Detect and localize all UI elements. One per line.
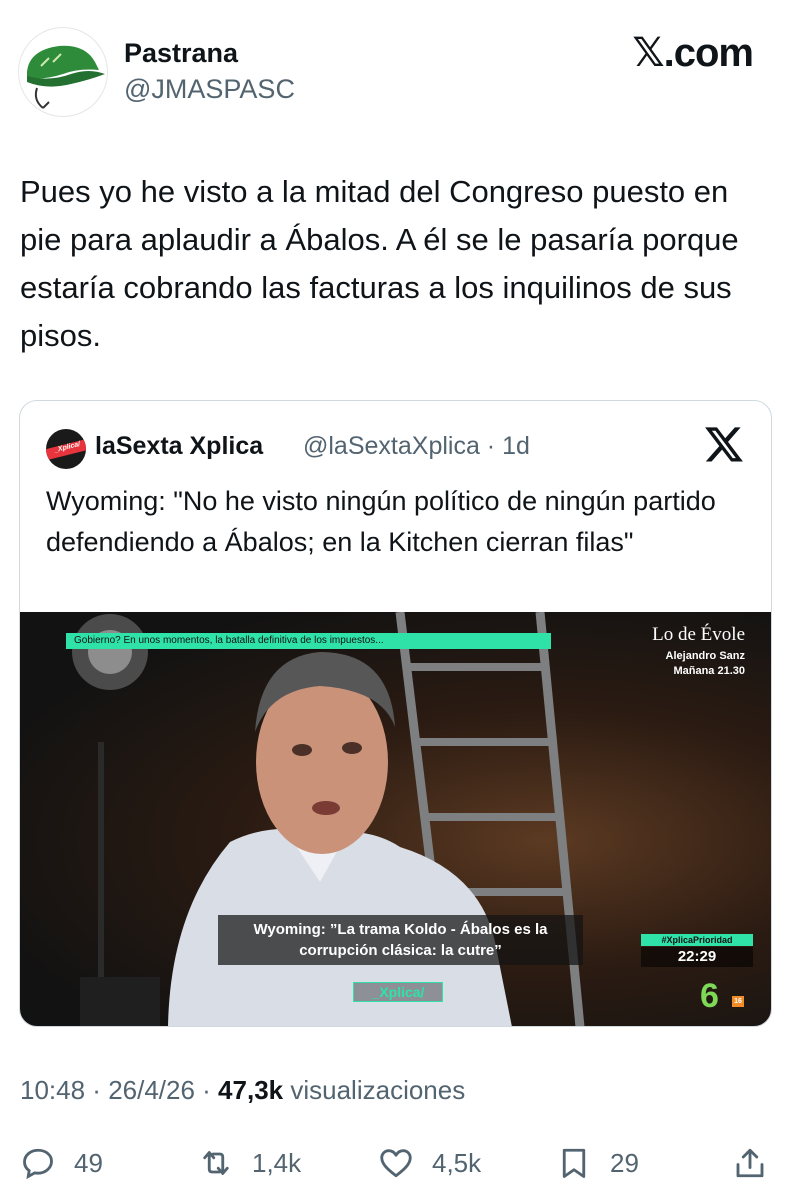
news-ticker: Gobierno? En unos momentos, la batalla d… <box>66 633 551 649</box>
age-rating-badge: 16 <box>732 996 744 1007</box>
quoted-text: Wyoming: "No he visto ningún político de… <box>46 486 716 557</box>
repost-button[interactable]: 1,4k <box>198 1141 301 1185</box>
tweet-time[interactable]: 10:48 <box>20 1075 85 1105</box>
hashtag-badge: #XplicaPrioridad <box>641 934 753 946</box>
quoted-author-name[interactable]: laSexta Xplica <box>95 432 263 461</box>
video-player[interactable]: Gobierno? En unos momentos, la batalla d… <box>20 612 771 1026</box>
show-guest: Alejandro Sanz <box>665 650 745 662</box>
quoted-handle-text[interactable]: @laSextaXplica <box>303 432 480 460</box>
program-badge: _Xplica/ <box>353 982 443 1002</box>
share-button[interactable] <box>732 1141 768 1185</box>
channel-logo: 6 <box>700 977 719 1015</box>
action-bar: 49 1,4k 4,5k 29 <box>0 1135 791 1195</box>
broadcast-clock: 22:29 <box>641 947 753 967</box>
author-avatar[interactable] <box>18 27 108 117</box>
x-logo-icon <box>705 427 743 462</box>
reply-button[interactable]: 49 <box>20 1141 103 1185</box>
like-button[interactable]: 4,5k <box>378 1141 481 1185</box>
reply-count: 49 <box>74 1147 103 1178</box>
like-count: 4,5k <box>432 1147 482 1178</box>
tweet-meta: 10:48 · 26/4/26 · 47,3k visualizaciones <box>20 1075 466 1105</box>
show-title: Lo de Évole <box>652 624 745 645</box>
heart-icon <box>380 1149 412 1178</box>
quoted-avatar[interactable]: _Xplica/ <box>46 429 86 469</box>
bookmark-icon <box>562 1148 586 1178</box>
bookmark-button[interactable]: 29 <box>556 1141 639 1185</box>
green-cap-icon <box>27 45 105 109</box>
repost-icon <box>203 1151 229 1175</box>
quoted-time[interactable]: 1d <box>502 432 530 460</box>
quoted-author-handle: @laSextaXplica · 1d <box>303 432 530 460</box>
view-count: 47,3k <box>218 1075 284 1105</box>
tweet-header: Pastrana @JMASPASC 𝕏.com <box>0 0 791 130</box>
x-com-logo: 𝕏.com <box>632 31 754 75</box>
author-handle[interactable]: @JMASPASC <box>124 74 295 105</box>
video-caption: Wyoming: ”La trama Koldo - Ábalos es la … <box>218 915 583 965</box>
reply-icon <box>23 1148 53 1180</box>
bookmark-count: 29 <box>610 1147 639 1178</box>
tweet-date[interactable]: 26/4/26 <box>108 1075 195 1105</box>
quoted-tweet[interactable]: _Xplica/ laSexta Xplica @laSextaXplica ·… <box>19 400 772 1027</box>
repost-count: 1,4k <box>252 1147 302 1178</box>
share-icon <box>736 1148 764 1178</box>
tweet-text: Pues yo he visto a la mitad del Congreso… <box>20 174 739 353</box>
show-time: Mañana 21.30 <box>673 665 745 677</box>
views-label: visualizaciones <box>290 1075 466 1105</box>
author-name[interactable]: Pastrana <box>124 38 238 69</box>
